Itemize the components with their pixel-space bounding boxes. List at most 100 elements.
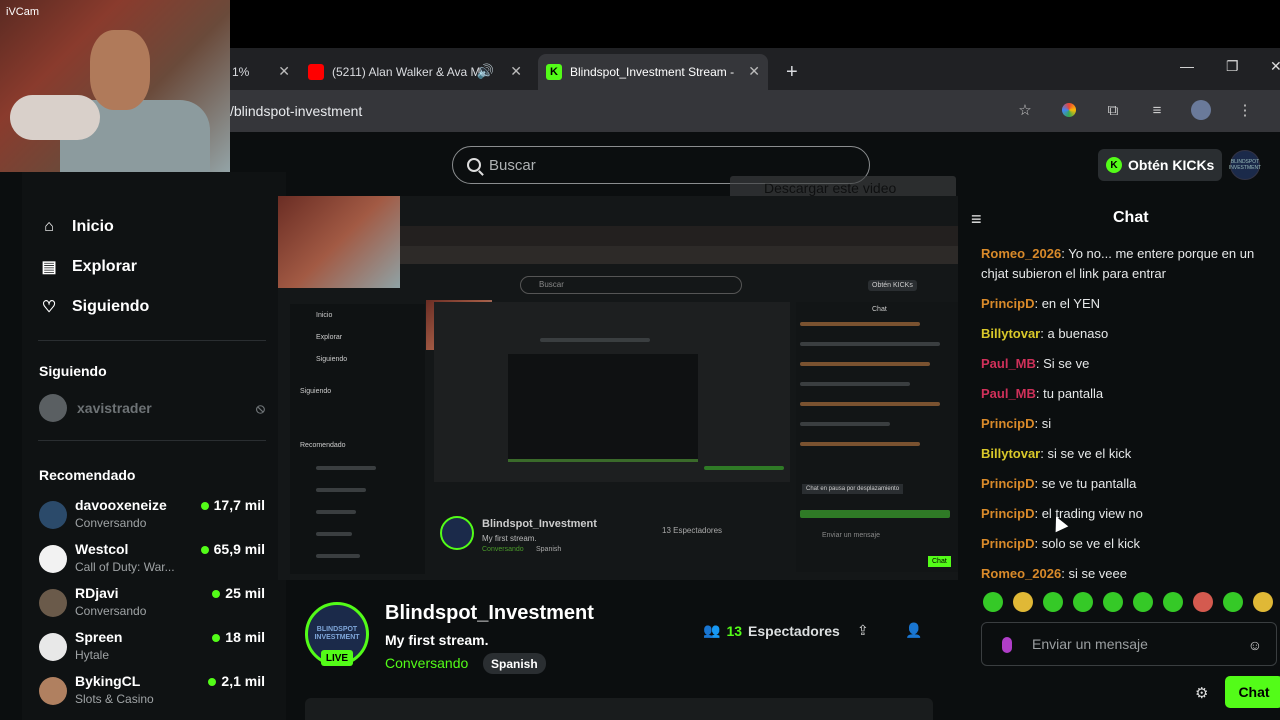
- emote-icon[interactable]: [1133, 592, 1153, 612]
- chat-username[interactable]: Romeo_2026: [981, 566, 1061, 581]
- emote-icon[interactable]: [1073, 592, 1093, 612]
- nested-nav-explorar: Explorar: [316, 334, 343, 341]
- send-chat-button[interactable]: Chat: [1225, 676, 1280, 708]
- emote-icon[interactable]: [1193, 592, 1213, 612]
- recommended-item[interactable]: BykingCL Slots & Casino 2,1 mil: [39, 673, 265, 713]
- nested-player: [434, 302, 790, 482]
- sidebar-item-label: Siguiendo: [72, 298, 150, 315]
- youtube-icon: [308, 64, 324, 80]
- url-text[interactable]: /blindspot-investment: [230, 103, 362, 119]
- chat-message: Paul_MB: tu pantalla: [981, 384, 1271, 404]
- minimize-icon[interactable]: —: [1180, 58, 1194, 74]
- sidebar-item-inicio[interactable]: ⌂ Inicio: [40, 218, 114, 236]
- stream-category[interactable]: Conversando: [385, 655, 468, 671]
- chat-username[interactable]: PrincipD: [981, 476, 1034, 491]
- chat-text: si se ve el kick: [1047, 446, 1132, 461]
- channel-name[interactable]: Blindspot_Investment: [385, 602, 594, 625]
- new-tab-icon[interactable]: +: [778, 54, 808, 90]
- chat-input[interactable]: Enviar un mensaje ☺: [981, 622, 1277, 666]
- kick-favicon-icon: K: [546, 64, 562, 80]
- star-icon[interactable]: ☆: [1014, 99, 1036, 121]
- puzzle-icon[interactable]: ⧉: [1102, 99, 1124, 121]
- viewer-count: 👥 13 Espectadores: [703, 622, 840, 639]
- recommended-item[interactable]: davooxeneize Conversando 17,7 mil: [39, 497, 265, 537]
- following-item[interactable]: xavistrader ⦸: [39, 394, 265, 422]
- channel-category: Call of Duty: War...: [75, 560, 175, 574]
- language-badge[interactable]: Spanish: [483, 653, 546, 674]
- nested-chat: Chat Chat en pausa por desplazamiento En…: [796, 302, 958, 572]
- chat-username[interactable]: Billytovar: [981, 446, 1040, 461]
- chat-text: Si se ve: [1043, 356, 1090, 371]
- viewer-count: 2,1 mil: [208, 673, 265, 689]
- chat-input-placeholder: Enviar un mensaje: [1032, 636, 1148, 652]
- channel-name: Westcol: [75, 541, 129, 557]
- close-tab-3-icon[interactable]: ✕: [748, 63, 760, 80]
- recommended-item[interactable]: Spreen Hytale 18 mil: [39, 629, 265, 669]
- user-avatar[interactable]: BLINDSPOT INVESTMENT: [1229, 150, 1261, 180]
- emote-icon[interactable]: [1013, 592, 1033, 612]
- nested-following-title: Siguiendo: [300, 388, 332, 395]
- nested-chat-title: Chat: [872, 306, 887, 313]
- follow-icon[interactable]: 👤: [905, 622, 922, 639]
- nested-search-text: Buscar: [539, 280, 564, 289]
- search-placeholder: Buscar: [489, 156, 536, 174]
- viewer-count: 18 mil: [212, 629, 265, 645]
- webcam-overlay: iVCam: [0, 0, 230, 172]
- chat-message: Billytovar: si se ve el kick: [981, 444, 1271, 464]
- chat-message: PrincipD: solo se ve el kick: [981, 534, 1271, 554]
- stream-title: My first stream.: [385, 632, 489, 648]
- emote-bar: [983, 592, 1273, 612]
- profile-avatar-icon[interactable]: [1190, 99, 1212, 121]
- chat-text: se ve tu pantalla: [1041, 476, 1137, 491]
- get-kicks-button[interactable]: K Obtén KICKs: [1098, 149, 1222, 181]
- emoji-icon[interactable]: ☺: [1248, 637, 1262, 653]
- video-player[interactable]: Buscar Obtén KICKs Inicio Explorar Sigui…: [278, 196, 958, 580]
- recommended-item[interactable]: Westcol Call of Duty: War... 65,9 mil: [39, 541, 265, 581]
- following-title: Siguiendo: [39, 363, 107, 379]
- chat-username[interactable]: PrincipD: [981, 536, 1034, 551]
- microphone-icon[interactable]: [1002, 637, 1012, 653]
- chat-username[interactable]: Billytovar: [981, 326, 1040, 341]
- chat-username[interactable]: Romeo_2026: [981, 246, 1061, 261]
- nested-chat-paused: Chat en pausa por desplazamiento: [802, 484, 904, 494]
- media-queue-icon[interactable]: ≡: [1146, 99, 1168, 121]
- emote-icon[interactable]: [983, 592, 1003, 612]
- chat-username[interactable]: Paul_MB: [981, 386, 1036, 401]
- chat-message: Paul_MB: Si se ve: [981, 354, 1271, 374]
- nested-nav-siguiendo: Siguiendo: [316, 356, 348, 363]
- tab-2[interactable]: (5211) Alan Walker & Ava M 🔊 ✕: [300, 54, 530, 90]
- channel-category: Hytale: [75, 648, 110, 662]
- chat-message: PrincipD: si: [981, 414, 1271, 434]
- nested-line: [800, 422, 890, 426]
- close-tab-1-icon[interactable]: ✕: [278, 63, 290, 80]
- chat-colon: :: [1034, 506, 1042, 521]
- emote-icon[interactable]: [1163, 592, 1183, 612]
- menu-dots-icon[interactable]: ⋮: [1234, 99, 1256, 121]
- nested-line: [800, 402, 940, 406]
- chat-text: si: [1041, 416, 1052, 431]
- tab-1[interactable]: 1% ✕: [224, 54, 298, 90]
- emote-icon[interactable]: [1043, 592, 1063, 612]
- chat-username[interactable]: Paul_MB: [981, 356, 1036, 371]
- gear-icon[interactable]: ⚙: [1195, 684, 1208, 702]
- emote-icon[interactable]: [1253, 592, 1273, 612]
- chat-username[interactable]: PrincipD: [981, 416, 1034, 431]
- emote-icon[interactable]: [1223, 592, 1243, 612]
- sidebar-item-siguiendo[interactable]: ♡ Siguiendo: [40, 298, 150, 316]
- speaker-icon[interactable]: 🔊: [477, 63, 494, 80]
- chat-username[interactable]: PrincipD: [981, 296, 1034, 311]
- chat-text: a buenaso: [1047, 326, 1109, 341]
- collapse-chat-icon[interactable]: ≡: [971, 209, 982, 230]
- channel-category: Conversando: [75, 516, 147, 530]
- recommended-item[interactable]: RDjavi Conversando 25 mil: [39, 585, 265, 625]
- chat-username[interactable]: PrincipD: [981, 506, 1034, 521]
- extension-colorful-icon[interactable]: [1058, 99, 1080, 121]
- emote-icon[interactable]: [1103, 592, 1123, 612]
- close-tab-2-icon[interactable]: ✕: [510, 63, 522, 80]
- restore-icon[interactable]: ❐: [1226, 58, 1239, 75]
- close-window-icon[interactable]: ✕: [1270, 58, 1280, 75]
- sidebar-item-explorar[interactable]: ▤ Explorar: [40, 258, 136, 276]
- nested-line: [316, 532, 352, 536]
- share-icon[interactable]: ⇪: [857, 622, 869, 639]
- tab-3-active[interactable]: K Blindspot_Investment Stream - ✕: [538, 54, 768, 90]
